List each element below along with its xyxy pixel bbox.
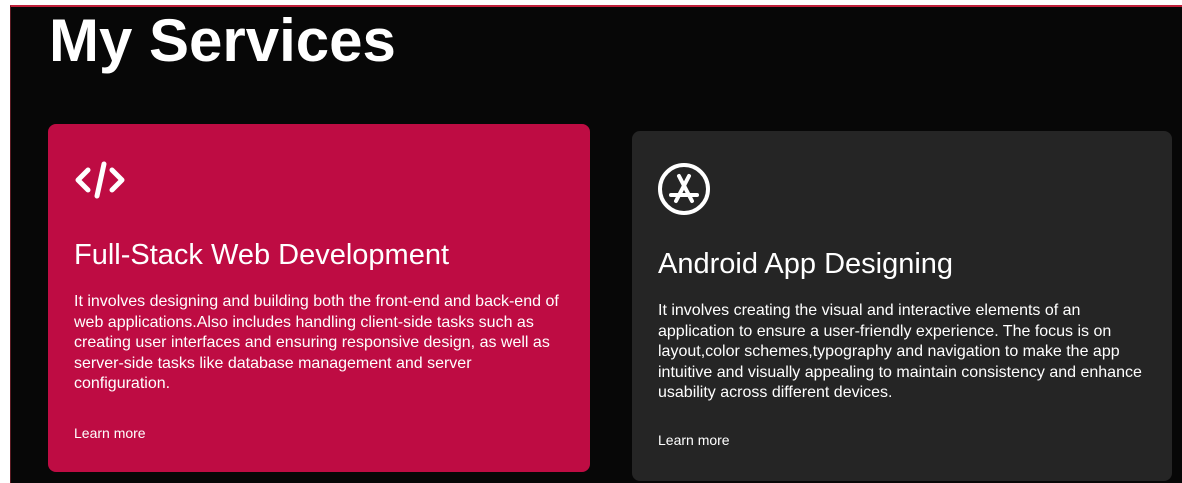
service-card-web-development: Full-Stack Web Development It involves d… <box>48 124 590 472</box>
service-card-app-designing: Android App Designing It involves creati… <box>632 131 1172 481</box>
page-title: My Services <box>49 7 396 74</box>
learn-more-link[interactable]: Learn more <box>658 431 730 449</box>
services-section: My Services Full-Stack Web Development I… <box>10 5 1182 483</box>
service-description: It involves designing and building both … <box>74 293 559 392</box>
service-title: Android App Designing <box>658 248 954 280</box>
learn-more-link[interactable]: Learn more <box>74 424 146 442</box>
service-title: Full-Stack Web Development <box>74 239 450 271</box>
service-description: It involves creating the visual and inte… <box>658 302 1142 401</box>
app-store-icon <box>658 163 710 215</box>
code-icon <box>75 161 125 199</box>
